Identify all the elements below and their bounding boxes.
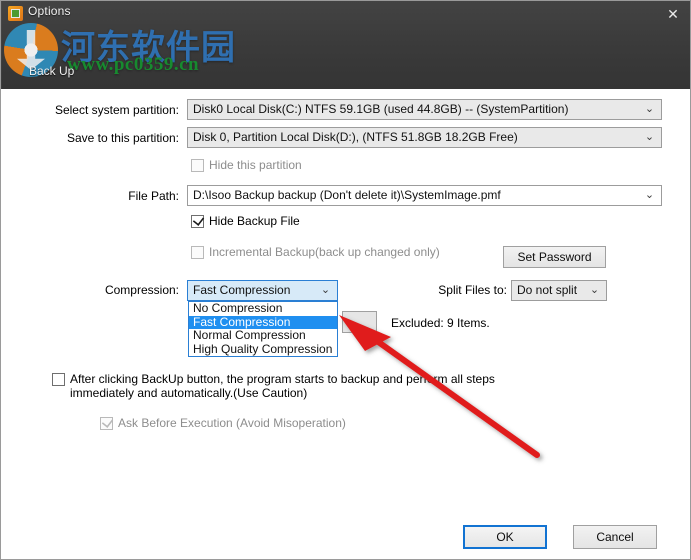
file-path-combo[interactable]: D:\Isoo Backup backup (Don't delete it)\… <box>187 185 662 206</box>
checkbox-box <box>52 373 65 386</box>
dialog-body: Select system partition: Disk0 Local Dis… <box>1 89 690 559</box>
set-password-button[interactable]: Set Password <box>503 246 606 268</box>
hide-this-partition-label: Hide this partition <box>209 158 302 172</box>
excluded-items-status: Excluded: 9 Items. <box>391 316 490 330</box>
incremental-backup-label: Incremental Backup(back up changed only) <box>209 245 440 259</box>
compression-dropdown-list[interactable]: No Compression Fast Compression Normal C… <box>188 301 338 357</box>
dropdown-option-selected[interactable]: Fast Compression <box>189 315 337 329</box>
chevron-down-icon: ⌄ <box>644 103 655 115</box>
system-partition-value: Disk0 Local Disk(C:) NTFS 59.1GB (used 4… <box>193 102 569 116</box>
chevron-down-icon: ⌄ <box>644 131 655 143</box>
file-path-value: D:\Isoo Backup backup (Don't delete it)\… <box>193 188 501 202</box>
window-title: Options <box>28 4 71 18</box>
checkbox-box <box>100 416 114 430</box>
ok-button[interactable]: OK <box>463 525 547 549</box>
compression-value: Fast Compression <box>193 283 291 297</box>
dropdown-option[interactable]: No Compression <box>189 301 337 316</box>
split-files-combo[interactable]: Do not split ⌄ <box>511 280 607 301</box>
ask-before-execution-label: Ask Before Execution (Avoid Misoperation… <box>118 416 346 430</box>
close-icon[interactable]: ✕ <box>658 3 688 25</box>
chevron-down-icon: ⌄ <box>589 284 600 296</box>
checkbox-box <box>191 214 205 228</box>
chevron-down-icon: ⌄ <box>320 284 331 296</box>
options-dialog: Options ✕ 河东软件园 www.pc0359.cn Back Up Se… <box>0 0 691 560</box>
compression-combo[interactable]: Fast Compression ⌄ <box>187 280 338 301</box>
checkbox-box <box>191 246 204 259</box>
split-files-label: Split Files to: <box>438 283 507 297</box>
app-icon <box>8 6 23 21</box>
split-files-value: Do not split <box>517 283 578 297</box>
chevron-down-icon: ⌄ <box>644 189 655 201</box>
save-partition-label: Save to this partition: <box>66 131 179 145</box>
tab-back-up[interactable]: Back Up <box>29 64 74 78</box>
dropdown-option[interactable]: High Quality Compression <box>189 342 337 357</box>
hide-backup-file-label: Hide Backup File <box>209 214 300 228</box>
compression-label: Compression: <box>104 283 179 297</box>
system-partition-label: Select system partition: <box>54 103 179 117</box>
save-partition-combo[interactable]: Disk 0, Partition Local Disk(D:), (NTFS … <box>187 127 662 148</box>
dropdown-option[interactable]: Normal Compression <box>189 328 337 343</box>
auto-backup-label: After clicking BackUp button, the progra… <box>70 372 495 400</box>
save-partition-value: Disk 0, Partition Local Disk(D:), (NTFS … <box>193 130 518 144</box>
checkbox-box <box>191 159 204 172</box>
watermark-site-url: www.pc0359.cn <box>67 54 200 75</box>
file-path-label: File Path: <box>128 189 179 203</box>
title-bar: Options ✕ 河东软件园 www.pc0359.cn Back Up <box>1 1 690 89</box>
cancel-button[interactable]: Cancel <box>573 525 657 549</box>
system-partition-combo[interactable]: Disk0 Local Disk(C:) NTFS 59.1GB (used 4… <box>187 99 662 120</box>
exclude-items-button[interactable] <box>342 311 377 333</box>
